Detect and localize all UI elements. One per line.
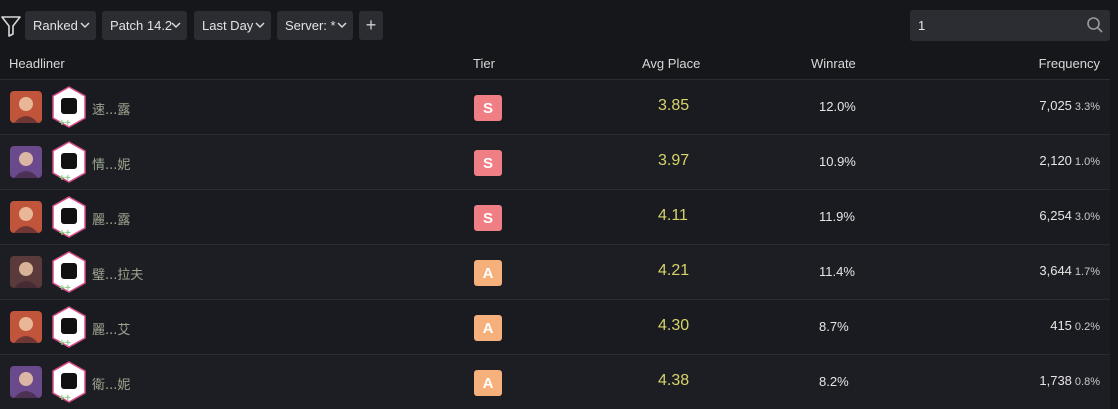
header-tier[interactable]: Tier [473,56,495,71]
plus-icon: + [365,15,377,35]
frequency-percent: 1.7% [1074,266,1100,278]
frequency-value: 1,738 0.8% [1039,373,1100,388]
frequency-count: 1,738 [1039,373,1072,388]
frequency-value: 415 0.2% [1050,318,1100,333]
tier-badge: S [474,95,502,121]
augment-plus-icon: ++ [59,118,71,129]
time-dropdown[interactable]: Last Day [194,11,271,40]
search-input[interactable] [918,18,1078,33]
avg-place-value: 4.11 [658,207,688,224]
filter-bar: Ranked Patch 14.2 Last Day Server: * + [0,0,1118,52]
champion-portrait[interactable] [10,201,42,233]
chevron-down-icon [171,22,181,29]
search-box[interactable] [910,10,1110,41]
headliner-name[interactable]: 麗...露 [92,209,130,228]
augment-plus-icon: ++ [59,338,71,349]
table-row[interactable]: ++ 衛...妮 A 4.38 8.2% 1,738 0.8% [0,355,1110,409]
table-body: ++ 速...露 S 3.85 12.0% 7,025 3.3% ++ 情...妮… [0,80,1110,409]
patch-dropdown[interactable]: Patch 14.2 [102,11,187,40]
headliner-name[interactable]: 情...妮 [92,154,130,173]
table-row[interactable]: ++ 速...露 S 3.85 12.0% 7,025 3.3% [0,80,1110,135]
champion-portrait[interactable] [10,256,42,288]
header-frequency[interactable]: Frequency [1039,56,1100,71]
frequency-count: 7,025 [1039,98,1072,113]
augment-plus-icon: ++ [59,283,71,294]
winrate-value: 8.2% [819,374,849,389]
winrate-value: 11.9% [819,209,855,224]
chevron-down-icon [80,22,90,29]
headliner-name[interactable]: 璧...拉夫 [92,264,143,283]
winrate-value: 10.9% [819,154,856,169]
champion-portrait[interactable] [10,146,42,178]
header-avg-place[interactable]: Avg Place [642,56,700,71]
headliner-name[interactable]: 麗...艾 [92,319,130,338]
tier-badge: A [474,370,502,396]
queue-dropdown[interactable]: Ranked [25,11,96,40]
frequency-percent: 0.8% [1074,376,1100,388]
patch-label: Patch 14.2 [110,18,173,33]
frequency-count: 6,254 [1039,208,1072,223]
frequency-percent: 3.3% [1074,101,1100,113]
tier-badge: S [474,150,502,176]
avg-place-value: 4.21 [658,262,690,279]
frequency-value: 6,254 3.0% [1039,208,1100,223]
avg-place-value: 4.30 [658,317,690,334]
winrate-value: 8.7% [819,319,849,334]
tier-badge: A [474,315,502,341]
headliner-name[interactable]: 速...露 [92,99,130,118]
search-icon[interactable] [1086,16,1104,34]
time-label: Last Day [202,18,254,33]
table-header: Headliner Tier Avg Place Winrate Frequen… [0,52,1110,80]
filter-icon[interactable] [0,13,22,39]
champion-portrait[interactable] [10,311,42,343]
champion-portrait[interactable] [10,366,42,398]
server-label: Server: * [285,18,336,33]
header-winrate[interactable]: Winrate [811,56,856,71]
avg-place-value: 3.85 [658,97,690,114]
frequency-percent: 1.0% [1074,156,1100,168]
winrate-value: 12.0% [819,99,856,114]
augment-plus-icon: ++ [59,173,71,184]
frequency-value: 3,644 1.7% [1039,263,1100,278]
avg-place-value: 4.38 [658,372,690,389]
tier-badge: A [474,260,502,286]
table-row[interactable]: ++ 璧...拉夫 A 4.21 11.4% 3,644 1.7% [0,245,1110,300]
frequency-percent: 3.0% [1074,211,1100,223]
champion-portrait[interactable] [10,91,42,123]
augment-plus-icon: ++ [59,228,71,239]
augment-plus-icon: ++ [59,393,71,404]
frequency-count: 2,120 [1039,153,1072,168]
tier-badge: S [474,205,502,231]
frequency-count: 3,644 [1039,263,1072,278]
frequency-value: 2,120 1.0% [1039,153,1100,168]
queue-label: Ranked [33,18,78,33]
table-row[interactable]: ++ 情...妮 S 3.97 10.9% 2,120 1.0% [0,135,1110,190]
server-dropdown[interactable]: Server: * [277,11,353,40]
chevron-down-icon [337,22,347,29]
frequency-count: 415 [1050,318,1072,333]
header-headliner[interactable]: Headliner [9,56,65,71]
add-filter-button[interactable]: + [359,11,383,40]
avg-place-value: 3.97 [658,152,690,169]
frequency-value: 7,025 3.3% [1039,98,1100,113]
headliner-name[interactable]: 衛...妮 [92,374,130,393]
frequency-percent: 0.2% [1074,321,1100,333]
chevron-down-icon [255,22,265,29]
comps-table: Headliner Tier Avg Place Winrate Frequen… [0,52,1110,409]
winrate-value: 11.4% [819,264,855,279]
table-row[interactable]: ++ 麗...露 S 4.11 11.9% 6,254 3.0% [0,190,1110,245]
table-row[interactable]: ++ 麗...艾 A 4.30 8.7% 415 0.2% [0,300,1110,355]
